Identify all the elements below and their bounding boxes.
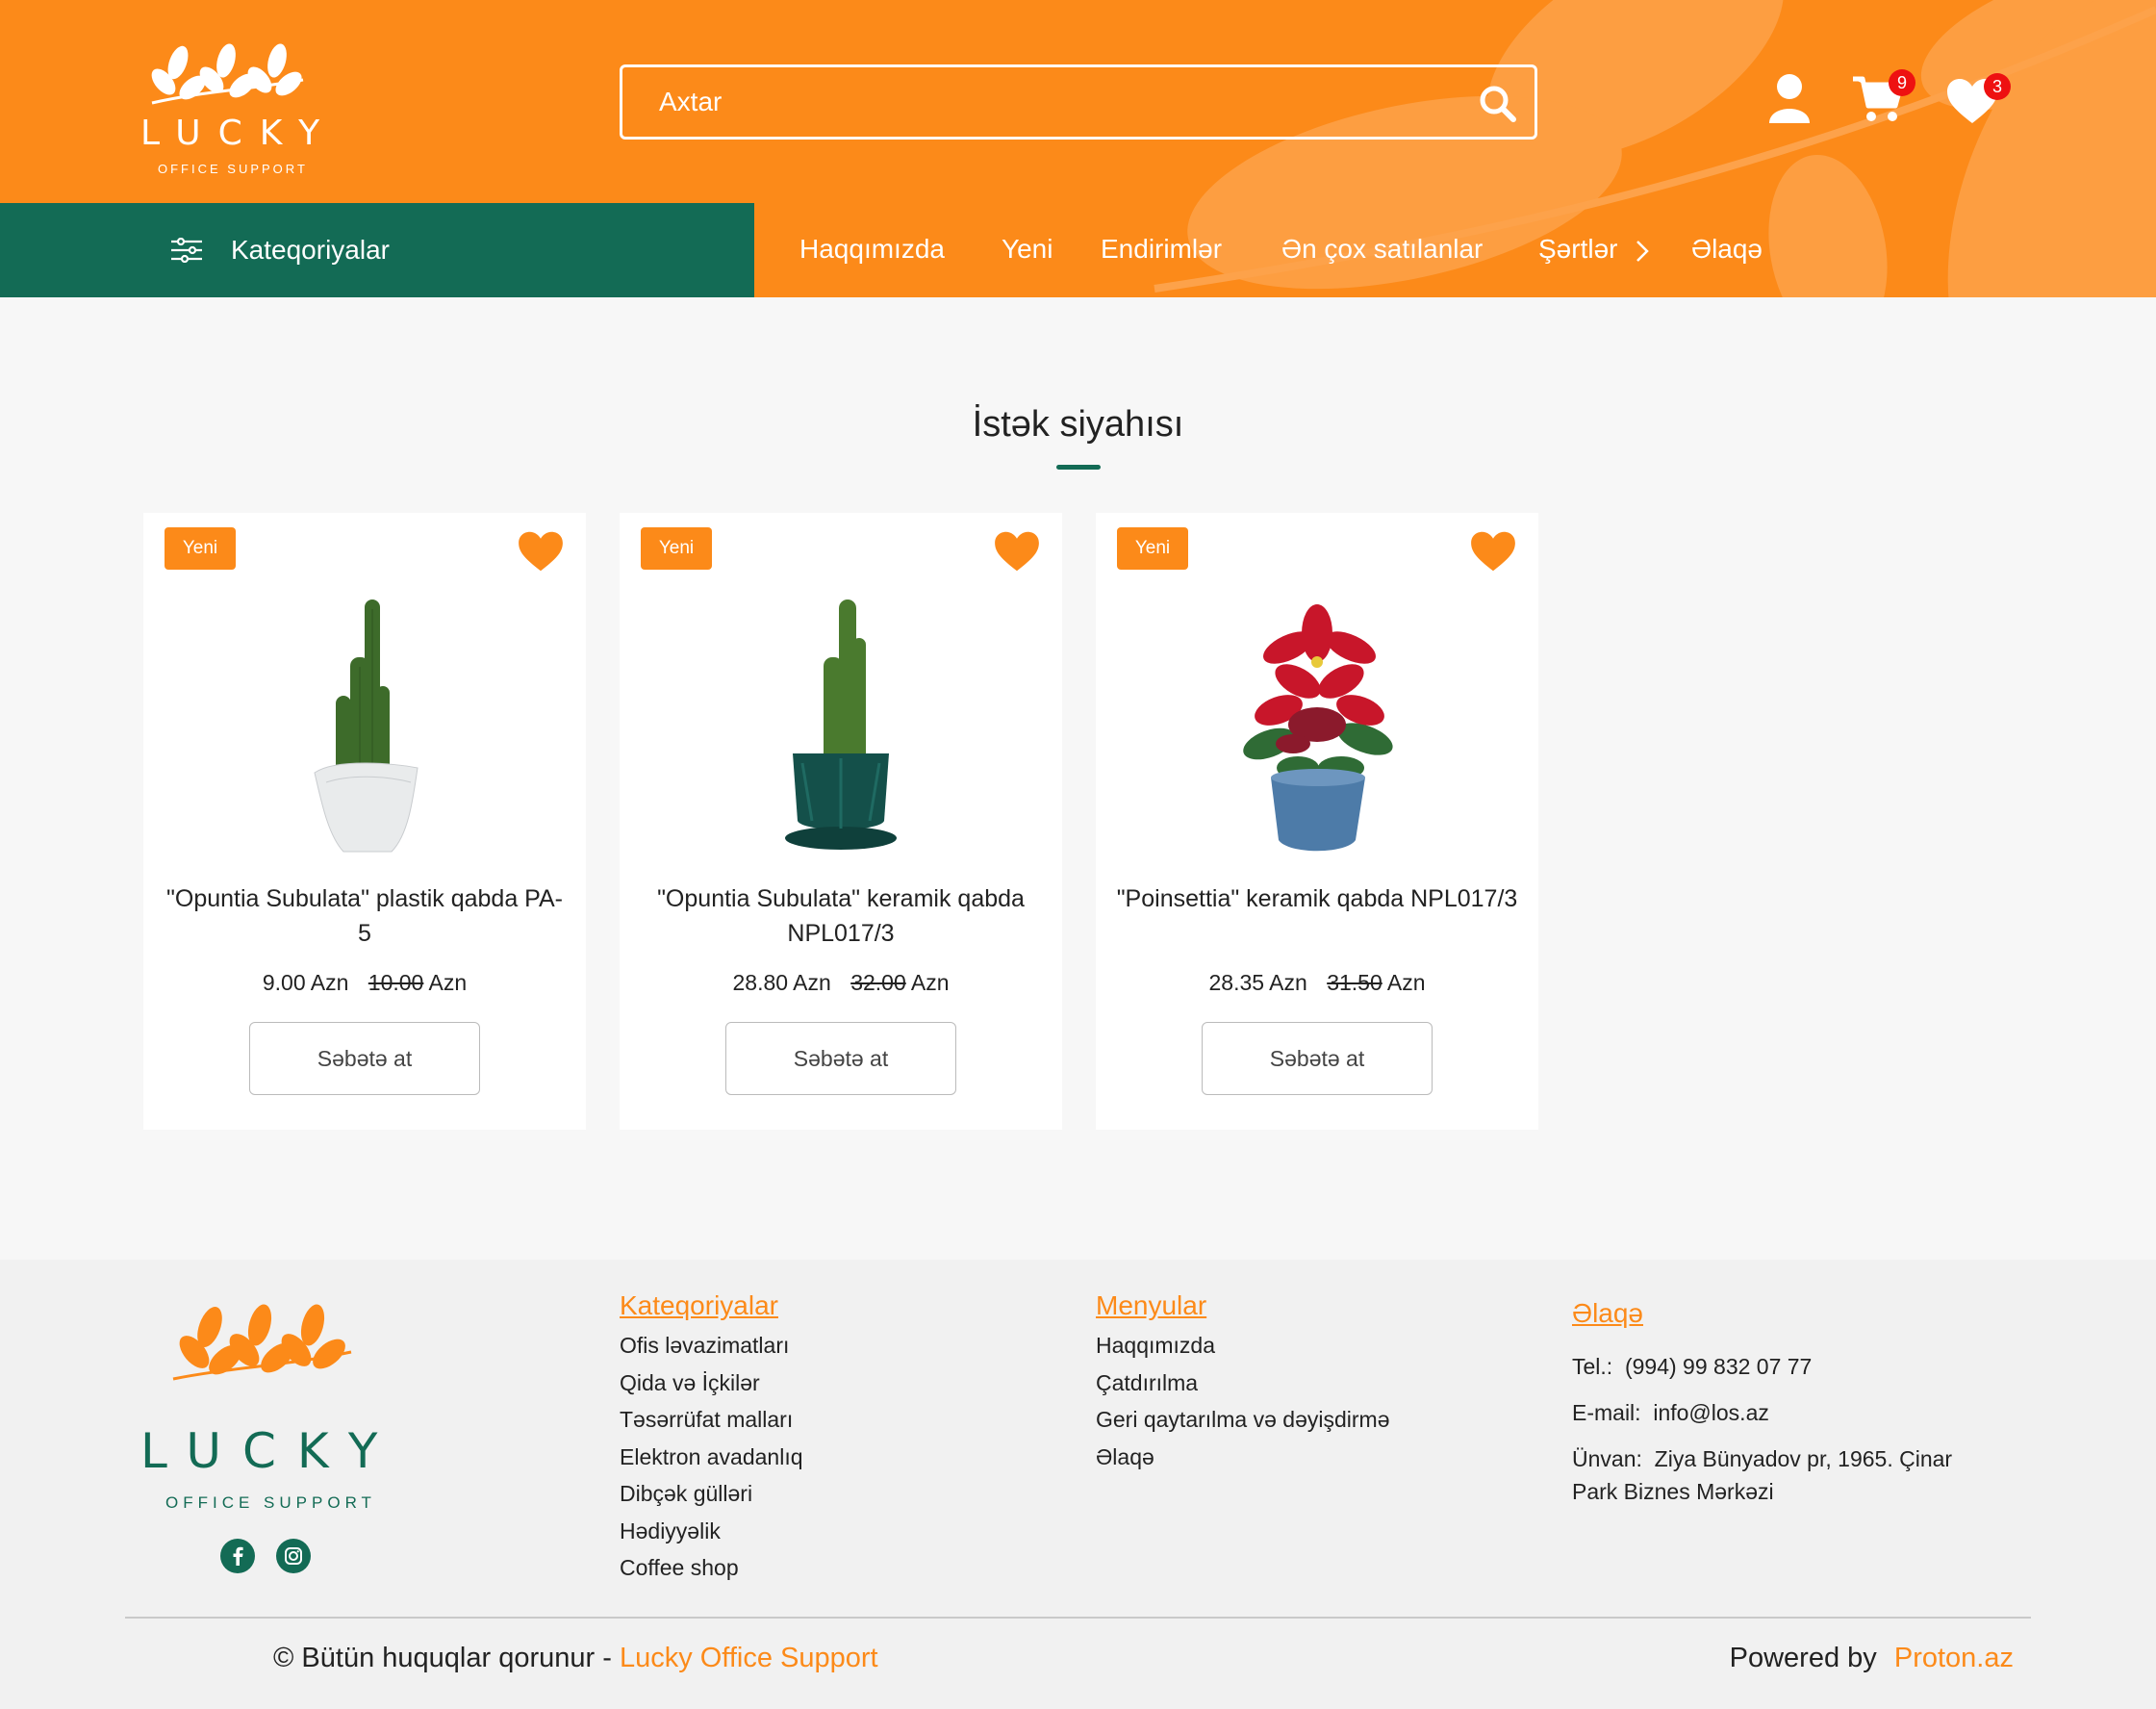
nav-about[interactable]: Haqqımızda	[799, 234, 945, 272]
nav-contact[interactable]: Əlaqə	[1691, 234, 1763, 272]
current-price: 28.80 Azn	[732, 970, 831, 995]
contact-address: Ünvan: Ziya Bünyadov pr, 1965. Çinar Par…	[1572, 1442, 2015, 1508]
heart-icon[interactable]	[993, 530, 1041, 573]
footer-menu-link[interactable]: Geri qaytarılma və dəyişdirmə	[1096, 1401, 1390, 1439]
footer-category-link[interactable]: Coffee shop	[620, 1549, 803, 1587]
chevron-right-icon	[1636, 241, 1649, 262]
product-name[interactable]: "Opuntia Subulata" plastik qabda PA-5	[163, 881, 567, 951]
address-line-2: Park Biznes Mərkəzi	[1572, 1479, 1774, 1504]
filter-sliders-icon	[171, 238, 202, 263]
product-image[interactable]	[268, 580, 461, 859]
currency: Azn	[910, 970, 950, 995]
cart-count-badge: 9	[1889, 69, 1915, 96]
add-to-cart-button[interactable]: Səbətə at	[725, 1022, 956, 1095]
address-label: Ünvan:	[1572, 1446, 1642, 1471]
footer-menus-heading[interactable]: Menyular	[1096, 1290, 1390, 1321]
add-to-cart-button[interactable]: Səbətə at	[1202, 1022, 1433, 1095]
title-underline	[1056, 465, 1101, 470]
heart-icon[interactable]	[1469, 530, 1517, 573]
powered-text: Powered by	[1729, 1643, 1877, 1673]
facebook-glyph	[233, 1546, 243, 1566]
product-price: 28.35 Azn 31.50 Azn	[1096, 970, 1538, 996]
footer-logo-text: LUCKY	[140, 1423, 399, 1479]
copyright-brand-link[interactable]: Lucky Office Support	[620, 1643, 878, 1673]
site-header: LUCKY OFFICE SUPPORT 9 3	[0, 0, 2156, 297]
address-line-1: Ziya Bünyadov pr, 1965. Çinar	[1654, 1446, 1953, 1471]
current-price: 9.00 Azn	[262, 970, 349, 995]
categories-label: Kateqoriyalar	[231, 235, 390, 265]
product-image[interactable]	[745, 580, 937, 859]
logo-leaves-icon[interactable]	[135, 24, 327, 178]
footer-logo-tagline: OFFICE SUPPORT	[165, 1493, 376, 1512]
footer-menu-link[interactable]: Haqqımızda	[1096, 1327, 1390, 1365]
current-price: 28.35 Azn	[1208, 970, 1307, 995]
nav-discounts[interactable]: Endirimlər	[1101, 234, 1222, 272]
old-price: 32.00	[850, 970, 906, 995]
add-to-cart-button[interactable]: Səbətə at	[249, 1022, 480, 1095]
facebook-icon[interactable]	[220, 1539, 255, 1573]
footer-categories: Kateqoriyalar Ofis ləvazimatları Qida və…	[620, 1290, 803, 1587]
contact-email: E-mail: info@los.az	[1572, 1396, 2015, 1429]
instagram-glyph	[285, 1547, 302, 1565]
copyright: © Bütün huquqlar qorunur - Lucky Office …	[273, 1643, 878, 1674]
footer-menus: Menyular Haqqımızda Çatdırılma Geri qayt…	[1096, 1290, 1390, 1475]
footer-category-link[interactable]: Hədiyyəlik	[620, 1513, 803, 1550]
new-tag: Yeni	[165, 527, 236, 570]
footer-category-link[interactable]: Təsərrüfat malları	[620, 1401, 803, 1439]
search-input[interactable]	[622, 67, 1535, 137]
instagram-icon[interactable]	[276, 1539, 311, 1573]
logo-tagline: OFFICE SUPPORT	[158, 162, 308, 176]
product-card: Yeni "Opuntia Subulata" keramik qabda NP…	[620, 513, 1062, 1130]
powered-brand-link[interactable]: Proton.az	[1894, 1643, 2014, 1673]
email-label: E-mail:	[1572, 1400, 1641, 1425]
currency: Azn	[1386, 970, 1426, 995]
nav-terms[interactable]: Şərtlər	[1538, 234, 1617, 272]
product-name[interactable]: "Opuntia Subulata" keramik qabda NPL017/…	[639, 881, 1043, 951]
cart-button[interactable]: 9	[1851, 69, 1918, 129]
new-tag: Yeni	[1117, 527, 1188, 570]
user-icon[interactable]	[1766, 67, 1824, 125]
wishlist-count-badge: 3	[1984, 73, 2011, 100]
heart-icon[interactable]	[517, 530, 565, 573]
nav-bestsellers[interactable]: Ən çox satılanlar	[1281, 234, 1483, 272]
contact-phone: Tel.: (994) 99 832 07 77	[1572, 1350, 2015, 1383]
footer-category-link[interactable]: Dibçək gülləri	[620, 1475, 803, 1513]
product-image[interactable]	[1221, 580, 1413, 859]
footer-menu-link[interactable]: Çatdırılma	[1096, 1365, 1390, 1402]
wishlist-button[interactable]: 3	[1945, 71, 2013, 129]
footer-category-link[interactable]: Elektron avadanlıq	[620, 1439, 803, 1476]
search-box	[620, 64, 1537, 140]
product-card: Yeni "Poinsettia" keramik qabda NPL017/3	[1096, 513, 1538, 1130]
new-tag: Yeni	[641, 527, 712, 570]
logo-text: LUCKY	[140, 114, 338, 153]
phone-value[interactable]: (994) 99 832 07 77	[1625, 1354, 1812, 1379]
product-price: 28.80 Azn 32.00 Azn	[620, 970, 1062, 996]
footer-category-link[interactable]: Qida və İçkilər	[620, 1365, 803, 1402]
email-value[interactable]: info@los.az	[1653, 1400, 1769, 1425]
old-price: 10.00	[368, 970, 424, 995]
nav-new[interactable]: Yeni	[1002, 234, 1053, 272]
footer-logo-leaves-icon	[172, 1304, 352, 1381]
product-name[interactable]: "Poinsettia" keramik qabda NPL017/3	[1115, 881, 1519, 916]
footer-categories-heading[interactable]: Kateqoriyalar	[620, 1290, 803, 1321]
categories-button[interactable]: Kateqoriyalar	[0, 203, 754, 297]
page-title: İstək siyahısı	[972, 404, 1184, 445]
footer-menu-link[interactable]: Əlaqə	[1096, 1439, 1390, 1476]
site-footer: LUCKY OFFICE SUPPORT Kateqoriyalar Ofis …	[0, 1260, 2156, 1709]
product-card: Yeni "Opuntia Subulata" plastik qabda PA…	[143, 513, 586, 1130]
footer-divider	[125, 1617, 2031, 1619]
footer-contact-heading[interactable]: Əlaqə	[1572, 1298, 2015, 1329]
old-price: 31.50	[1327, 970, 1382, 995]
phone-label: Tel.:	[1572, 1354, 1613, 1379]
copyright-text: © Bütün huquqlar qorunur -	[273, 1643, 612, 1673]
footer-contact: Əlaqə Tel.: (994) 99 832 07 77 E-mail: i…	[1572, 1298, 2015, 1508]
footer-category-link[interactable]: Ofis ləvazimatları	[620, 1327, 803, 1365]
powered-by: Powered by Proton.az	[1730, 1643, 2014, 1674]
product-price: 9.00 Azn 10.00 Azn	[143, 970, 586, 996]
search-icon[interactable]	[1477, 83, 1517, 123]
currency: Azn	[428, 970, 468, 995]
